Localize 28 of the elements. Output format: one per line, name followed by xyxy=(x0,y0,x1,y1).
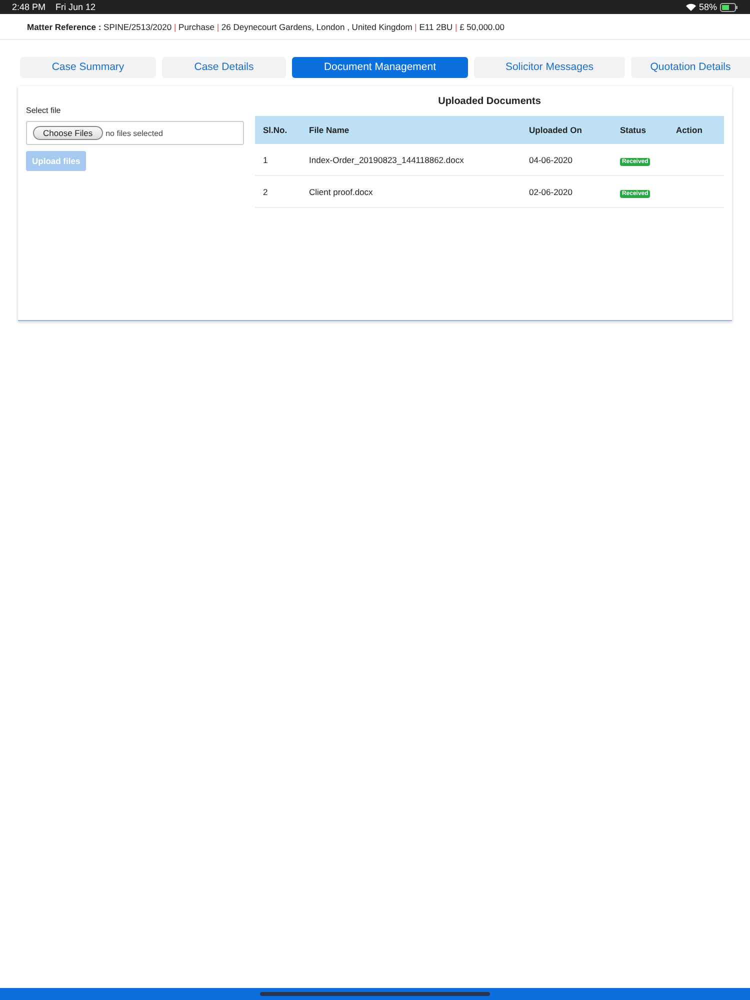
file-status-text: no files selected xyxy=(106,128,163,138)
clock-time: 2:48 PM xyxy=(12,1,46,13)
file-input[interactable]: Choose Files no files selected xyxy=(26,121,244,145)
column-header: Uploaded On xyxy=(521,116,612,144)
tab[interactable]: Solicitor Messages xyxy=(474,57,625,78)
column-header: Action xyxy=(668,116,724,144)
tab[interactable]: Document Management xyxy=(292,57,468,78)
battery-icon xyxy=(720,2,738,12)
matter-reference: Matter Reference : SPINE/2513/2020 | Purchase | 26 Deynecourt Gardens, London , United Kingdom | E11 2BU | £ 50,000.00 xyxy=(27,22,506,32)
battery-percent: 58% xyxy=(698,1,717,13)
table-cell: 2 xyxy=(255,176,301,208)
table-cell: Index-Order_20190823_144118862.docx xyxy=(301,144,521,176)
date-text: Fri Jun 12 xyxy=(56,1,96,13)
field-label: Select file xyxy=(26,106,62,115)
home-indicator[interactable] xyxy=(260,992,490,996)
tab[interactable]: Quotation Details xyxy=(631,57,750,78)
tab[interactable]: Case Details xyxy=(162,57,286,78)
choose-files-button[interactable]: Choose Files xyxy=(33,126,103,140)
wifi-icon xyxy=(686,3,696,11)
column-header: Sl.No. xyxy=(255,116,301,144)
column-header: Status xyxy=(612,116,668,144)
table-cell: Client proof.docx xyxy=(301,176,521,208)
table-cell: 02-06-2020 xyxy=(521,176,612,208)
column-header: File Name xyxy=(301,116,521,144)
table-cell: 1 xyxy=(255,144,301,176)
table-title: Uploaded Documents xyxy=(437,95,542,109)
tab[interactable]: Case Summary xyxy=(20,57,156,78)
table-cell: 04-06-2020 xyxy=(521,144,612,176)
